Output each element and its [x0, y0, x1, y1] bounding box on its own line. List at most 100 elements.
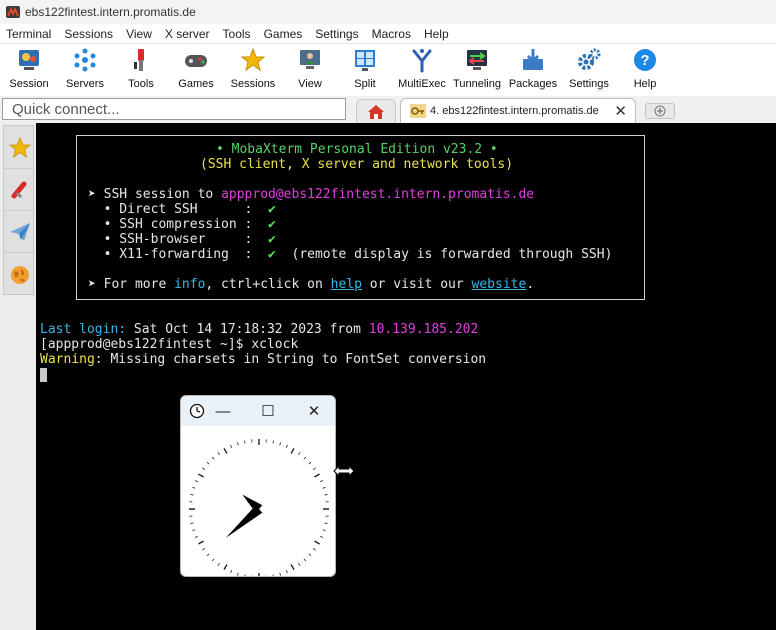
- maximize-button[interactable]: ☐: [257, 401, 279, 421]
- minute-tick: [202, 467, 206, 470]
- xclock-window[interactable]: — ☐ ✕: [180, 395, 336, 577]
- menu-games[interactable]: Games: [258, 27, 310, 41]
- minute-tick: [244, 440, 246, 444]
- session-tab[interactable]: 4. ebs122fintest.intern.promatis.de ✕: [400, 98, 636, 123]
- window-title: ebs122fintest.intern.promatis.de: [25, 5, 196, 19]
- settings-button[interactable]: Settings: [564, 44, 614, 96]
- menu-macros[interactable]: Macros: [366, 27, 418, 41]
- ssh-session-host: appprod@ebs122fintest.intern.promatis.de: [221, 187, 535, 202]
- minimize-button[interactable]: —: [212, 401, 234, 421]
- games-button[interactable]: Games: [173, 44, 219, 96]
- tools-button[interactable]: Tools: [118, 44, 164, 96]
- minute-tick: [320, 535, 324, 538]
- minute-tick: [298, 562, 301, 566]
- banner-title: • MobaXterm Personal Edition v23.2 •: [216, 142, 498, 157]
- quick-connect-input[interactable]: [2, 98, 346, 120]
- menu-sessions[interactable]: Sessions: [58, 27, 120, 41]
- close-tab-icon[interactable]: ✕: [614, 102, 627, 120]
- close-button[interactable]: ✕: [303, 401, 325, 421]
- session-tab-label: 4. ebs122fintest.intern.promatis.de: [430, 105, 599, 117]
- minute-tick: [272, 574, 274, 576]
- website-link[interactable]: website: [472, 277, 527, 292]
- tunneling-button[interactable]: Tunneling: [452, 44, 502, 96]
- sidebar-item-sftp[interactable]: [4, 254, 35, 295]
- menu-x-server[interactable]: X server: [159, 27, 217, 41]
- sidebar-item-tools[interactable]: [4, 170, 35, 211]
- settings-label: Settings: [569, 78, 609, 90]
- check-icon: ✔: [268, 202, 276, 217]
- view-button[interactable]: View: [287, 44, 333, 96]
- sidebar-tabs: [3, 125, 35, 295]
- session-button[interactable]: Session: [6, 44, 52, 96]
- servers-label: Servers: [66, 78, 104, 90]
- minute-tick: [279, 442, 282, 446]
- servers-button[interactable]: Servers: [62, 44, 108, 96]
- minute-tick: [308, 461, 312, 465]
- minute-tick: [236, 442, 239, 446]
- info-link[interactable]: info: [174, 277, 205, 292]
- minute-tick: [206, 553, 210, 557]
- ssh-browser-line: • SSH-browser : ✔: [88, 232, 276, 247]
- minute-tick: [230, 444, 233, 448]
- minute-tick: [206, 461, 210, 465]
- check-icon: ✔: [268, 232, 276, 247]
- more-end: .: [526, 277, 535, 292]
- minute-tick: [312, 467, 316, 470]
- terminal-pane[interactable]: • MobaXterm Personal Edition v23.2 • (SS…: [36, 123, 776, 630]
- help-button[interactable]: ? Help: [622, 44, 668, 96]
- clock-face: [189, 439, 329, 576]
- minute-tick: [236, 572, 239, 576]
- multiexec-button[interactable]: MultiExec: [396, 44, 448, 96]
- menu-tools[interactable]: Tools: [217, 27, 258, 41]
- xclock-title-bar[interactable]: — ☐ ✕: [181, 396, 335, 426]
- paper-plane-icon: [9, 223, 30, 241]
- minute-hand: [225, 505, 263, 538]
- hour-tick: [223, 564, 228, 570]
- more-mid: , ctrl+click on: [205, 277, 331, 292]
- new-tab-button[interactable]: [645, 103, 675, 119]
- minute-tick: [211, 558, 215, 562]
- menu-view[interactable]: View: [120, 27, 159, 41]
- globe-icon: [10, 265, 29, 284]
- check-icon: ✔: [268, 217, 276, 232]
- plus-icon: [654, 105, 666, 117]
- minute-tick: [298, 452, 301, 456]
- star-icon: [8, 137, 31, 158]
- sessions-button[interactable]: Sessions: [228, 44, 278, 96]
- menu-settings[interactable]: Settings: [309, 27, 365, 41]
- menu-help[interactable]: Help: [418, 27, 456, 41]
- help-label: Help: [633, 78, 657, 90]
- split-label: Split: [354, 78, 376, 90]
- help-icon: ?: [634, 49, 656, 71]
- minute-tick: [194, 480, 198, 483]
- minute-tick: [324, 494, 328, 496]
- packages-button[interactable]: Packages: [508, 44, 558, 96]
- last-login-line: Last login: Sat Oct 14 17:18:32 2023 fro…: [40, 322, 478, 337]
- ssh-compression-line: • SSH compression : ✔: [88, 217, 276, 232]
- session-label: Session: [9, 78, 49, 90]
- sidebar-item-sessions[interactable]: [4, 128, 35, 169]
- help-link[interactable]: help: [331, 277, 362, 292]
- minute-tick: [279, 572, 282, 576]
- mobaxterm-window: ebs122fintest.intern.promatis.de Termina…: [0, 0, 776, 630]
- title-bar: ebs122fintest.intern.promatis.de: [0, 0, 776, 24]
- more-info-line: ➤ For more info, ctrl+click on help or v…: [88, 277, 534, 292]
- prompt-line: [appprod@ebs122fintest ~]$ xclock: [40, 337, 299, 352]
- check-icon: ✔: [268, 247, 276, 262]
- split-button[interactable]: Split: [342, 44, 388, 96]
- session-icon: [19, 50, 39, 70]
- minute-tick: [308, 553, 312, 557]
- sidebar-item-macros[interactable]: [4, 212, 35, 253]
- resize-cursor-icon: [333, 464, 355, 478]
- ssh-session-prefix: ➤ SSH session to: [88, 187, 222, 202]
- minute-tick: [190, 494, 194, 496]
- minute-tick: [230, 570, 233, 574]
- ssh-session-line: ➤ SSH session to appprod@ebs122fintest.i…: [88, 187, 534, 202]
- minute-tick: [194, 535, 198, 538]
- menu-terminal[interactable]: Terminal: [0, 27, 58, 41]
- multiexec-icon: [412, 49, 432, 73]
- home-tab[interactable]: [356, 99, 396, 123]
- last-login-label: Last login:: [40, 322, 127, 337]
- home-icon: [368, 104, 384, 119]
- svg-text:?: ?: [640, 52, 649, 69]
